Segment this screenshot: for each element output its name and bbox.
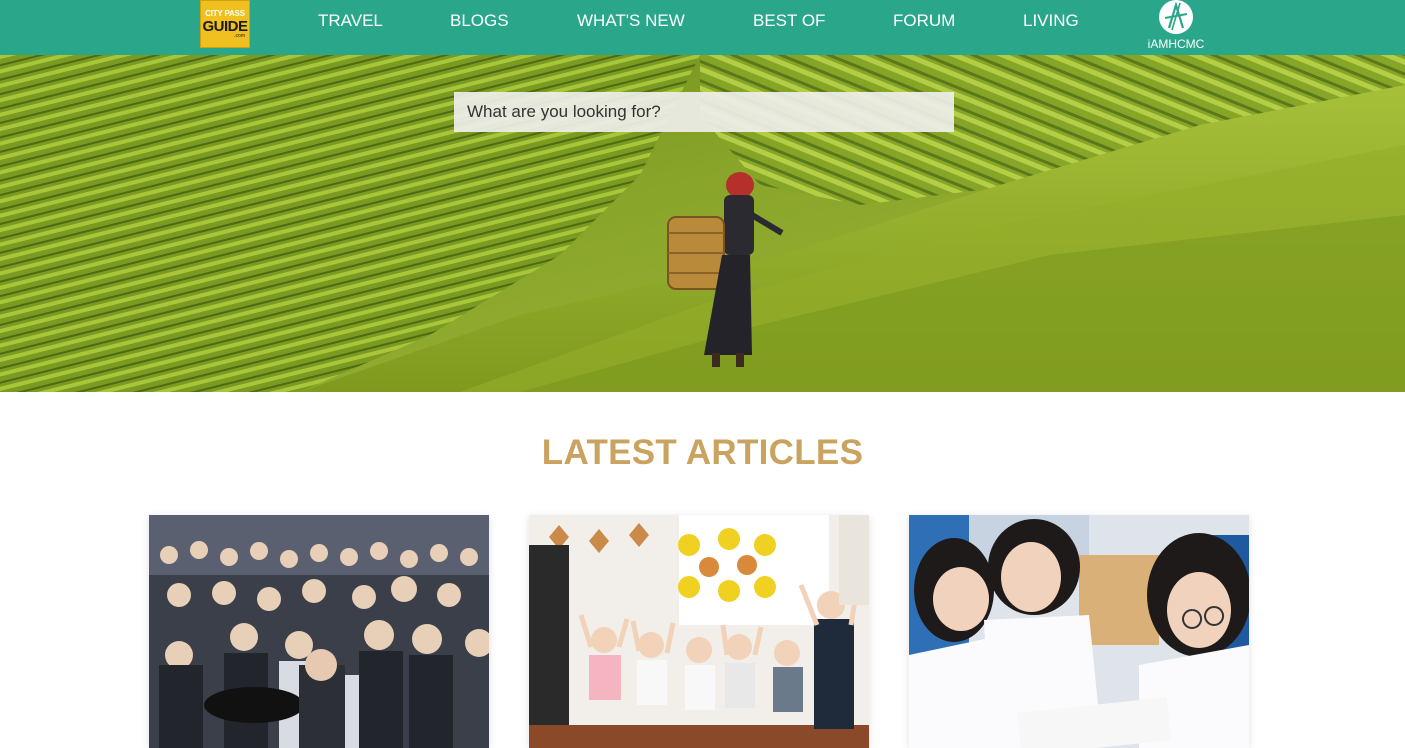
nav-forum[interactable]: FORUM	[893, 12, 955, 30]
iamhcmc-link[interactable]: iAMHCMC	[1143, 0, 1209, 52]
nav-blogs[interactable]: BLOGS	[450, 12, 509, 30]
nav-whats-new[interactable]: WHAT'S NEW	[577, 12, 685, 30]
search-input[interactable]	[454, 92, 954, 132]
logo-line-3: .com	[234, 32, 245, 39]
latest-articles-heading: LATEST ARTICLES	[541, 433, 864, 472]
article-image-event-crowd	[149, 515, 489, 748]
logo-line-2: GUIDE	[202, 17, 248, 35]
top-navbar: CITY PASS GUIDE .com TRAVEL BLOGS WHAT'S…	[0, 0, 1405, 55]
article-image-kids-class	[529, 515, 869, 748]
nav-living[interactable]: LIVING	[1023, 12, 1079, 30]
citypassguide-logo[interactable]: CITY PASS GUIDE .com	[200, 0, 250, 48]
iamhcmc-label: iAMHCMC	[1147, 37, 1205, 51]
nav-best-of[interactable]: BEST OF	[753, 12, 825, 30]
article-image-students	[909, 515, 1249, 748]
article-card-students[interactable]	[909, 515, 1249, 748]
article-card-kids-class[interactable]	[529, 515, 869, 748]
logo-line-1: CITY PASS	[205, 8, 245, 18]
article-card-event-crowd[interactable]	[149, 515, 489, 748]
nav-travel[interactable]: TRAVEL	[318, 12, 383, 30]
iamhcmc-logo-icon	[1159, 0, 1193, 34]
